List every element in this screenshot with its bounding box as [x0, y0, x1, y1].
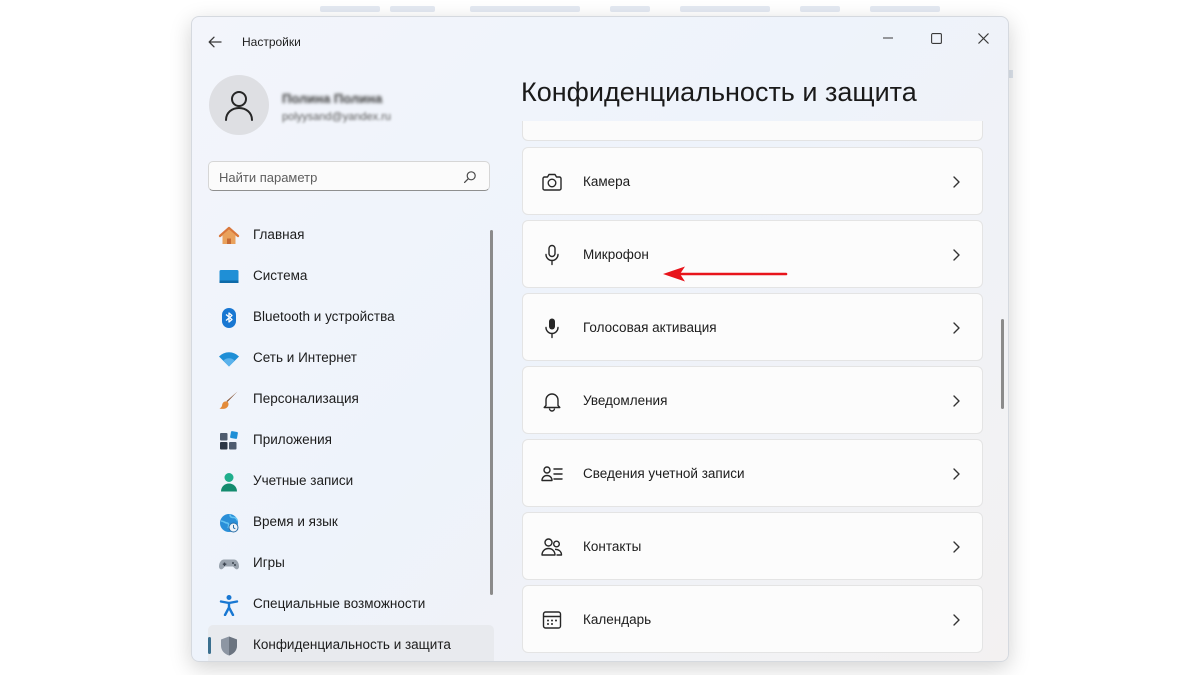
list-item-partial[interactable] — [522, 121, 983, 141]
back-button[interactable] — [202, 29, 228, 55]
permission-label: Уведомления — [583, 393, 668, 408]
chevron-right-icon — [953, 614, 960, 626]
chevron-right-icon — [953, 468, 960, 480]
maximize-button[interactable] — [913, 23, 959, 53]
search-input[interactable] — [219, 168, 459, 186]
voice-activation-icon — [545, 318, 559, 339]
bell-icon — [543, 393, 561, 412]
sidebar-item-time-language[interactable]: Время и язык — [208, 502, 494, 543]
sidebar-item-home[interactable]: Главная — [208, 215, 494, 256]
maximize-icon — [930, 32, 942, 44]
chevron-right-icon — [953, 249, 960, 261]
permission-item-account-info[interactable]: Сведения учетной записи — [522, 439, 983, 507]
sidebar-item-bluetooth[interactable]: Bluetooth и устройства — [208, 297, 494, 338]
sidebar-item-label: Главная — [253, 227, 305, 242]
permissions-list: Камера Микрофон Голосовая активация Увед… — [522, 121, 983, 661]
page-title: Конфиденциальность и защита — [521, 77, 917, 107]
sidebar-item-label: Игры — [253, 555, 285, 570]
sidebar-item-label: Время и язык — [253, 514, 338, 529]
microphone-icon — [545, 244, 559, 266]
chevron-right-icon — [953, 541, 960, 553]
brush-icon — [219, 391, 238, 409]
globe-clock-icon — [220, 514, 239, 533]
permission-label: Календарь — [583, 612, 652, 627]
background-page-fragment — [1009, 70, 1013, 78]
camera-icon — [542, 173, 562, 191]
settings-window: Настройки Полина Полина polyysand@yandex… — [191, 16, 1009, 662]
minimize-icon — [882, 37, 893, 39]
contacts-icon — [541, 538, 563, 556]
calendar-icon — [542, 611, 562, 629]
person-icon — [225, 91, 253, 121]
permission-item-voice-activation[interactable]: Голосовая активация — [522, 293, 983, 361]
chevron-right-icon — [953, 176, 960, 188]
account-info-icon — [541, 466, 563, 482]
close-button[interactable] — [960, 23, 1006, 53]
permission-label: Голосовая активация — [583, 320, 717, 335]
permission-item-notifications[interactable]: Уведомления — [522, 366, 983, 434]
sidebar-item-label: Сеть и Интернет — [253, 350, 357, 365]
sidebar-item-system[interactable]: Система — [208, 256, 494, 297]
sidebar-item-label: Специальные возможности — [253, 596, 426, 611]
arrow-left-icon — [208, 36, 222, 48]
apps-icon — [220, 431, 238, 450]
sidebar-item-label: Персонализация — [253, 391, 359, 406]
title-bar: Настройки — [192, 17, 1008, 65]
active-indicator — [208, 637, 211, 654]
home-icon — [218, 226, 240, 244]
sidebar-item-apps[interactable]: Приложения — [208, 420, 494, 461]
close-icon — [977, 32, 989, 44]
display-icon — [219, 270, 239, 283]
sidebar-item-privacy-security[interactable]: Конфиденциальность и защита — [208, 625, 494, 661]
search-icon[interactable] — [463, 170, 477, 184]
permission-item-contacts[interactable]: Контакты — [522, 512, 983, 580]
sidebar-item-accessibility[interactable]: Специальные возможности — [208, 584, 494, 625]
content-scrollbar[interactable] — [1001, 319, 1004, 409]
sidebar-item-network[interactable]: Сеть и Интернет — [208, 338, 494, 379]
sidebar-item-label: Приложения — [253, 432, 332, 447]
chevron-right-icon — [953, 395, 960, 407]
chevron-right-icon — [953, 322, 960, 334]
permission-label: Камера — [583, 174, 631, 189]
wifi-icon — [219, 352, 239, 367]
annotation-arrow — [663, 266, 788, 282]
sidebar-item-gaming[interactable]: Игры — [208, 543, 494, 584]
avatar[interactable] — [209, 75, 269, 135]
search-box[interactable] — [208, 161, 490, 191]
sidebar-item-accounts[interactable]: Учетные записи — [208, 461, 494, 502]
window-title: Настройки — [242, 35, 301, 49]
user-email: polyysand@yandex.ru — [282, 111, 392, 123]
minimize-button[interactable] — [865, 23, 911, 53]
sidebar-scrollbar[interactable] — [490, 230, 493, 595]
sidebar-item-label: Bluetooth и устройства — [253, 309, 395, 324]
permission-item-calendar[interactable]: Календарь — [522, 585, 983, 653]
sidebar-item-label: Конфиденциальность и защита — [253, 637, 451, 652]
gamepad-icon — [219, 559, 239, 570]
accessibility-icon — [219, 595, 239, 616]
sidebar-nav: Главная Система Bluetooth и устройства С… — [208, 215, 494, 661]
permission-item-camera[interactable]: Камера — [522, 147, 983, 215]
background-page-fragment — [0, 6, 1200, 12]
user-name: Полина Полина — [282, 91, 383, 106]
sidebar-item-label: Система — [253, 268, 308, 283]
person-icon — [221, 473, 237, 492]
permission-label: Микрофон — [583, 247, 649, 262]
bluetooth-icon — [222, 308, 236, 328]
sidebar-item-personalization[interactable]: Персонализация — [208, 379, 494, 420]
shield-icon — [221, 636, 237, 656]
permission-label: Контакты — [583, 539, 642, 554]
sidebar-item-label: Учетные записи — [253, 473, 354, 488]
permission-label: Сведения учетной записи — [583, 466, 745, 481]
